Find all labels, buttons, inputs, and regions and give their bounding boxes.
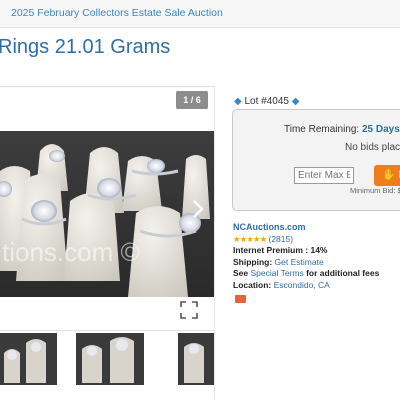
breadcrumb-auction-link[interactable]: 2025 February Collectors Estate Sale Auc… [11,7,223,19]
minimum-bid: Minimum Bid: $ [350,186,400,195]
seller-name[interactable]: NCAuctions.com [233,222,306,232]
time-remaining-value: 25 Days 8 [362,124,400,135]
fullscreen-icon[interactable] [180,301,198,319]
image-counter: 1 / 6 [176,91,208,109]
page-title: Rings 21.01 Grams [0,36,171,58]
special-terms-link[interactable]: Special Terms [251,268,304,278]
get-estimate-link[interactable]: Get Estimate [275,257,324,267]
thumbnail[interactable] [178,333,214,385]
location-value[interactable]: Escondido, CA [274,280,330,290]
see-label: See [233,268,251,278]
location-label: Location: [233,279,274,290]
lot-nav: ◆ Lot #4045 ◆ [234,96,299,107]
divider [214,86,215,400]
shipping-label: Shipping: [233,256,275,267]
photo-watermark: tions.com © [2,237,140,267]
premium-value: 14% [310,245,328,255]
terms-suffix: for additional fees [303,268,380,278]
arrow-left-icon[interactable]: ◆ [234,96,242,107]
no-bids-text: No bids place [345,142,400,153]
arrow-right-icon[interactable]: ◆ [292,96,300,107]
rating-stars: ★★★★★ [233,233,267,244]
image-gallery: 1 / 6 tions.com © [0,86,215,331]
main-photo[interactable]: tions.com © [0,131,214,297]
lot-number: Lot #4045 [244,96,289,107]
bid-panel: Time Remaining: 25 Days 8 No bids place … [232,109,400,211]
time-remaining: Time Remaining: 25 Days 8 [284,124,400,135]
promo-badge-icon [235,295,246,303]
breadcrumb-bar: › 2025 February Collectors Estate Sale A… [0,0,400,28]
thumbnail[interactable] [76,333,144,385]
time-remaining-label: Time Remaining: [284,124,360,135]
thumbnail[interactable] [0,333,57,385]
premium-label: Internet Premium : [233,245,311,255]
rating-count[interactable]: (2815) [268,234,293,244]
seller-info: NCAuctions.com ★★★★★ (2815) Internet Pre… [233,222,379,291]
max-bid-input[interactable] [294,167,354,184]
place-bid-button[interactable]: ✋ P [374,165,400,186]
chevron-right-icon: › [0,8,5,17]
hand-icon: ✋ [382,169,396,181]
thumbnail-strip [0,333,214,389]
